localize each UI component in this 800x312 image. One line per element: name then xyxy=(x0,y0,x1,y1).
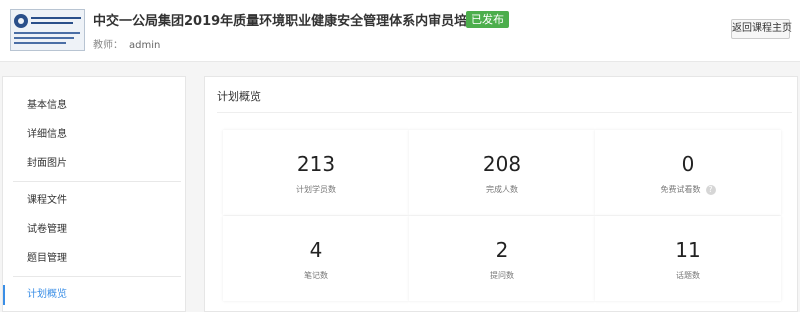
course-cover-thumbnail xyxy=(10,9,85,51)
stat-card-notes-count: 4 笔记数 xyxy=(223,216,409,301)
sidebar-item-basic-info[interactable]: 基本信息 xyxy=(3,92,185,120)
stat-label: 计划学员数 xyxy=(296,185,336,194)
stat-label: 话题数 xyxy=(676,271,700,280)
sidebar-item-detailed-info[interactable]: 详细信息 xyxy=(3,121,185,149)
stat-card-questions-count: 2 提问数 xyxy=(409,216,595,301)
stat-value: 2 xyxy=(495,238,509,262)
company-logo-icon xyxy=(14,14,28,28)
stat-value: 213 xyxy=(296,152,336,176)
course-title: 中交一公局集团2019年质量环境职业健康安全管理体系内审员培训 xyxy=(93,14,481,29)
question-circle-icon[interactable]: ? xyxy=(705,184,716,195)
sidebar-item-question-management[interactable]: 题目管理 xyxy=(3,245,185,273)
sidebar-divider xyxy=(13,181,181,182)
stat-label: 免费试看数 xyxy=(660,185,701,194)
plan-overview-panel: 计划概览 213 计划学员数 208 完成人数 0 免费试看数? 4 笔记数 2… xyxy=(204,76,798,312)
teacher-label: 教师： xyxy=(93,40,123,51)
stat-label: 完成人数 xyxy=(486,185,518,194)
teacher-name: admin xyxy=(129,40,161,51)
stat-card-topics-count: 11 话题数 xyxy=(595,216,781,301)
stat-value: 4 xyxy=(309,238,323,262)
stat-label: 提问数 xyxy=(490,271,514,280)
sidebar-item-plan-overview[interactable]: 计划概览 xyxy=(3,281,185,309)
sidebar-item-cover-image[interactable]: 封面图片 xyxy=(3,150,185,178)
stat-card-planned-students: 213 计划学员数 xyxy=(223,130,409,215)
stat-card-completed-count: 208 完成人数 xyxy=(409,130,595,215)
stat-label-wrap: 免费试看数? xyxy=(595,184,781,195)
back-to-course-home-button[interactable]: 返回课程主页 xyxy=(731,19,792,39)
stat-value: 208 xyxy=(482,152,522,176)
sidebar-divider xyxy=(13,276,181,277)
panel-title: 计划概览 xyxy=(217,90,261,103)
stat-value: 0 xyxy=(681,152,695,176)
sidebar-item-exam-paper-management[interactable]: 试卷管理 xyxy=(3,216,185,244)
stat-label: 笔记数 xyxy=(304,271,328,280)
panel-title-divider xyxy=(217,112,792,113)
course-settings-sidebar: 基本信息 详细信息 封面图片 课程文件 试卷管理 题目管理 计划概览 xyxy=(2,76,186,312)
published-status-badge: 已发布 xyxy=(466,11,509,28)
sidebar-item-course-files[interactable]: 课程文件 xyxy=(3,187,185,215)
teacher-info: 教师： admin xyxy=(93,36,160,51)
course-header: 中交一公局集团2019年质量环境职业健康安全管理体系内审员培训 已发布 教师： a… xyxy=(0,0,800,62)
stat-card-free-preview-count: 0 免费试看数? xyxy=(595,130,781,215)
stat-value: 11 xyxy=(675,238,701,262)
